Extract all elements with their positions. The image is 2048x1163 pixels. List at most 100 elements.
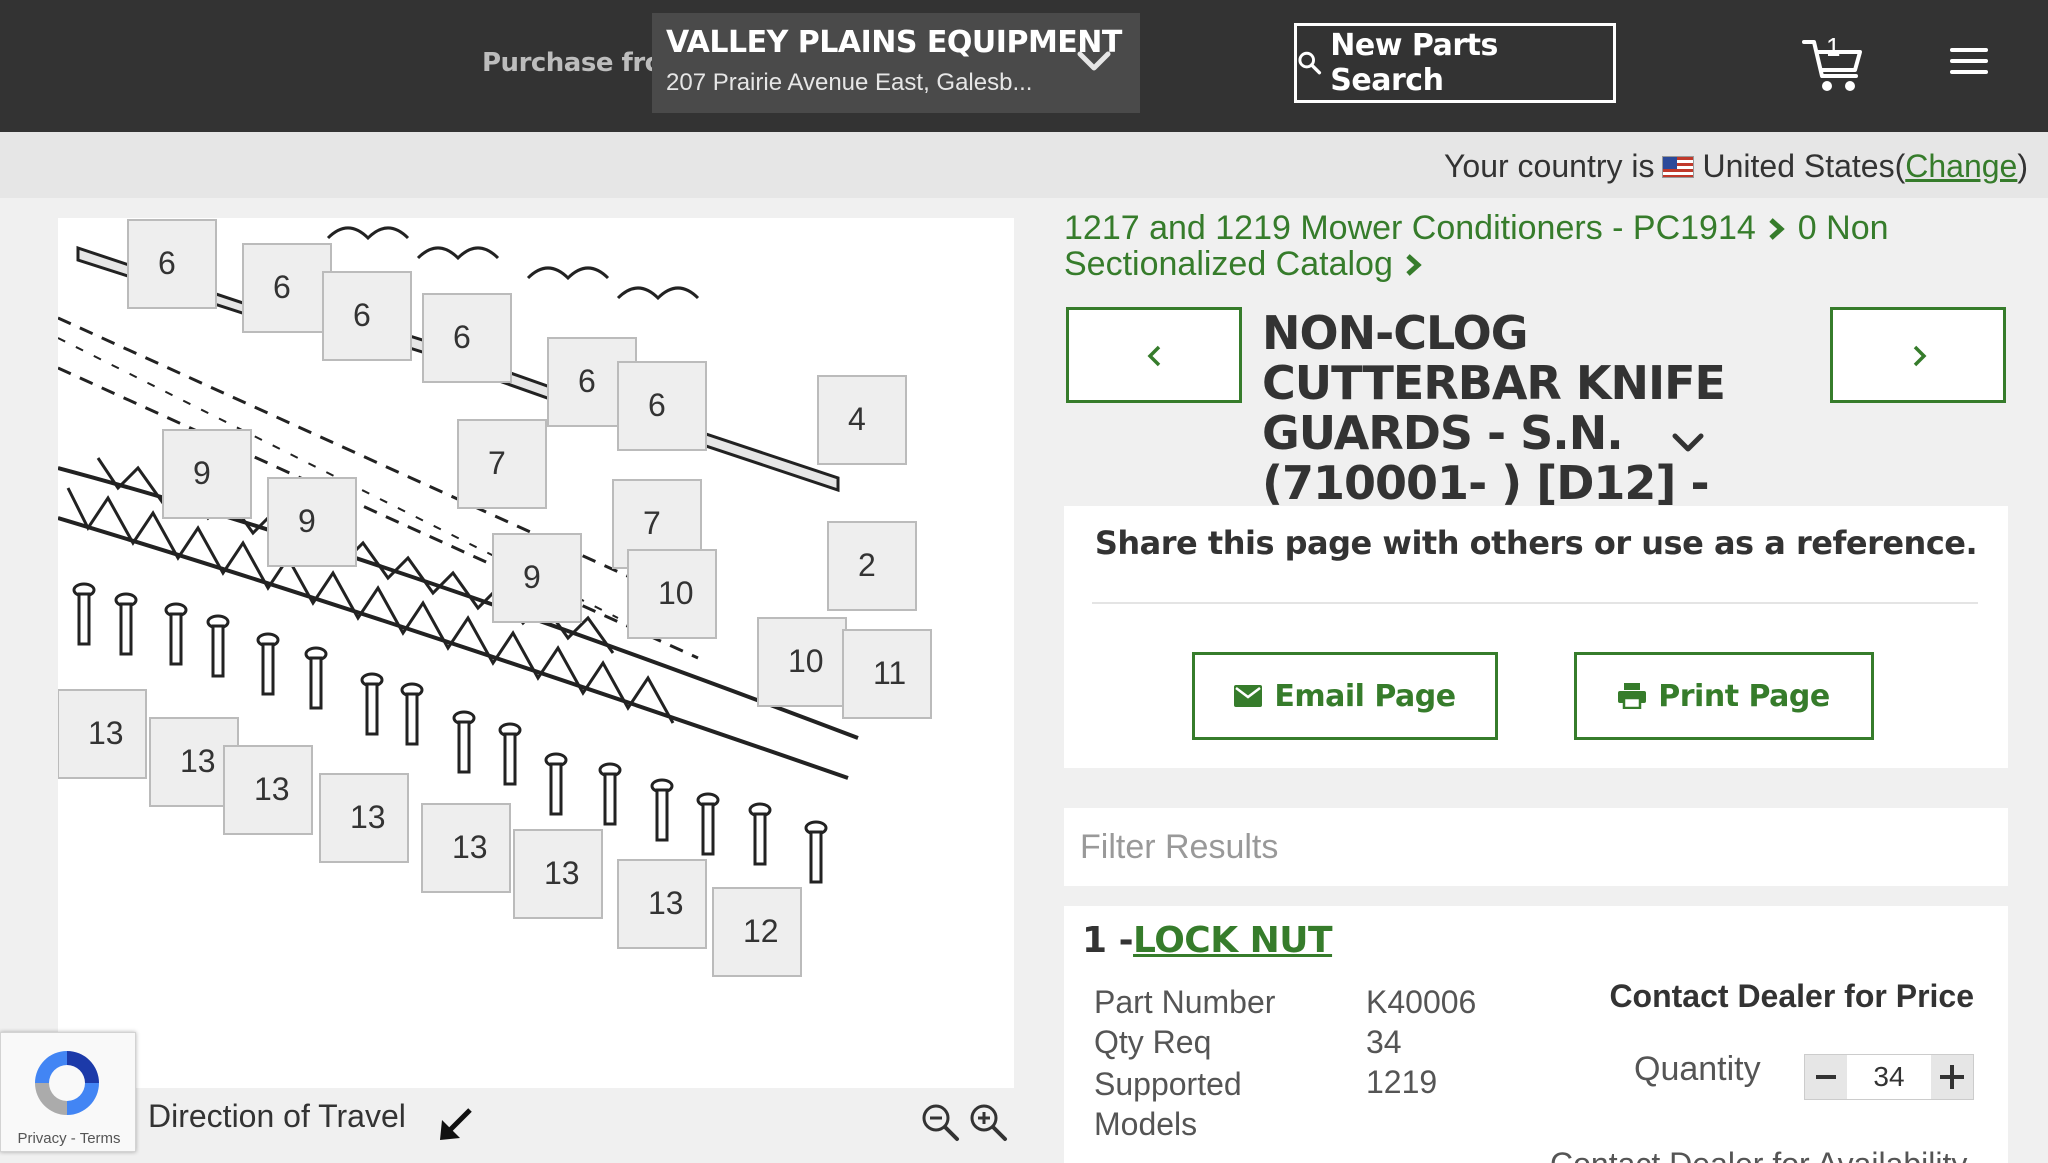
callout-number: 9: [523, 559, 541, 595]
bolt-shank: [457, 720, 471, 774]
callout-number: 13: [648, 885, 684, 921]
part-list-item: 1 -LOCK NUT Part Number K40006 Qty Req 3…: [1064, 906, 2008, 1163]
bolt-shank: [503, 732, 517, 786]
email-page-button[interactable]: Email Page: [1192, 652, 1498, 740]
email-page-label: Email Page: [1274, 678, 1456, 714]
us-flag-icon: [1662, 155, 1695, 178]
dealer-name: VALLEY PLAINS EQUIPMENT: [666, 25, 1122, 60]
zoom-in-icon[interactable]: [968, 1102, 1008, 1142]
recaptcha-badge[interactable]: Privacy - Terms: [0, 1032, 136, 1152]
top-header: Purchase from VALLEY PLAINS EQUIPMENT 20…: [0, 0, 2048, 132]
callout-number: 13: [88, 715, 124, 751]
envelope-icon: [1234, 685, 1263, 707]
qty-req-label: Qty Req: [1094, 1024, 1212, 1060]
callout-number: 13: [180, 743, 216, 779]
callout-number: 4: [848, 401, 866, 437]
close-paren: ): [2017, 148, 2028, 184]
part-number-label: Part Number: [1094, 984, 1276, 1020]
availability-text: Contact Dealer for Availability: [1550, 1146, 1967, 1163]
price-text: Contact Dealer for Price: [1609, 978, 1974, 1014]
cart-count: 1: [1826, 32, 1841, 62]
chevron-right-icon: [1406, 254, 1422, 276]
recaptcha-terms-link[interactable]: Terms: [80, 1130, 121, 1147]
qty-req-value: 34: [1366, 1024, 1402, 1060]
diagram-footer: Direction of Travel: [58, 1088, 1014, 1163]
share-description: Share this page with others or use as a …: [1094, 524, 1978, 562]
callout-number: 7: [643, 505, 661, 541]
chevron-down-icon: [1077, 51, 1111, 71]
bolt-shank: [77, 592, 91, 646]
filter-results-input[interactable]: [1064, 808, 2008, 886]
callout-number: 9: [298, 503, 316, 539]
quantity-label: Quantity: [1634, 1050, 1761, 1088]
callout-number: 13: [452, 829, 488, 865]
hamburger-menu-icon[interactable]: [1950, 48, 1988, 78]
callout-number: 11: [873, 655, 906, 691]
bolt-shank: [655, 788, 669, 842]
callout-number: 6: [158, 245, 176, 281]
chevron-down-icon[interactable]: [1670, 424, 1706, 460]
bolt-shank: [753, 812, 767, 866]
bolt-shank: [261, 642, 275, 696]
chevron-right-icon: [1769, 218, 1785, 240]
print-page-label: Print Page: [1658, 678, 1830, 714]
change-country-link[interactable]: Change: [1905, 148, 2017, 185]
breadcrumb: 1217 and 1219 Mower Conditioners - PC191…: [1064, 210, 2024, 282]
quantity-input[interactable]: [1847, 1055, 1931, 1099]
breadcrumb-item-catalog[interactable]: 1217 and 1219 Mower Conditioners - PC191…: [1064, 209, 1756, 247]
callout-number: 13: [544, 855, 580, 891]
part-name-link[interactable]: LOCK NUT: [1133, 920, 1333, 961]
open-paren: (: [1894, 148, 1906, 184]
callout-number: 12: [743, 913, 779, 949]
recaptcha-separator: -: [66, 1130, 80, 1147]
dealer-address: 207 Prairie Avenue East, Galesb...: [666, 69, 1033, 96]
bolt-shank: [405, 692, 419, 746]
direction-arrow-icon: [440, 1108, 472, 1140]
parts-diagram[interactable]: 6 6 6 6 6 6 4 9 7 9 7 2 9 10 10 11 13 13 13 13 13 13 13 12: [58, 218, 1014, 1088]
previous-page-button[interactable]: [1066, 307, 1242, 403]
country-bar: Your country is United States(Change): [0, 132, 2048, 198]
chevron-left-icon: [1147, 345, 1161, 367]
callout-number: 13: [254, 771, 290, 807]
recaptcha-links: Privacy - Terms: [1, 1130, 137, 1147]
supported-models-value: 1219: [1366, 1064, 1438, 1100]
search-icon: [1298, 51, 1322, 75]
bolt-shank: [549, 762, 563, 816]
callout-number: 9: [193, 455, 211, 491]
bolt-shank: [365, 682, 379, 736]
callout-number: 10: [788, 643, 824, 679]
supported-models-label: Supported Models: [1094, 1066, 1242, 1142]
direction-of-travel-label: Direction of Travel: [148, 1098, 406, 1134]
zoom-out-icon[interactable]: [920, 1102, 960, 1142]
callout-number: 6: [273, 269, 291, 305]
quantity-stepper: [1804, 1054, 1974, 1100]
quantity-decrement-button[interactable]: [1805, 1055, 1847, 1099]
callout-number: 2: [858, 547, 876, 583]
share-panel: Share this page with others or use as a …: [1064, 506, 2008, 768]
bolt-shank: [309, 656, 323, 710]
callout-number: 6: [648, 387, 666, 423]
bolt-shank: [119, 602, 133, 656]
callout-number: 7: [488, 445, 506, 481]
print-page-button[interactable]: Print Page: [1574, 652, 1874, 740]
part-number-value: K40006: [1366, 984, 1477, 1020]
part-heading: 1 -LOCK NUT: [1082, 920, 1333, 961]
new-parts-search-label: New Parts Search: [1330, 28, 1498, 98]
bolt-shank: [211, 624, 225, 678]
country-name: United States: [1702, 148, 1895, 184]
part-index: 1 -: [1082, 920, 1134, 961]
callout-number: 6: [353, 297, 371, 333]
chevron-right-icon: [1913, 345, 1927, 367]
new-parts-search-button[interactable]: New Parts Search: [1294, 23, 1616, 103]
quantity-increment-button[interactable]: [1931, 1055, 1973, 1099]
country-prefix: Your country is: [1444, 148, 1655, 184]
callout-number: 6: [453, 319, 471, 355]
divider: [1092, 602, 1978, 604]
callout-number: 10: [658, 575, 694, 611]
dealer-selector[interactable]: VALLEY PLAINS EQUIPMENT 207 Prairie Aven…: [652, 13, 1140, 113]
next-page-button[interactable]: [1830, 307, 2006, 403]
bolt-shank: [809, 830, 823, 884]
country-info: Your country is United States(Change): [1444, 148, 2028, 185]
recaptcha-privacy-link[interactable]: Privacy: [17, 1130, 66, 1147]
bolt-shank: [603, 772, 617, 826]
